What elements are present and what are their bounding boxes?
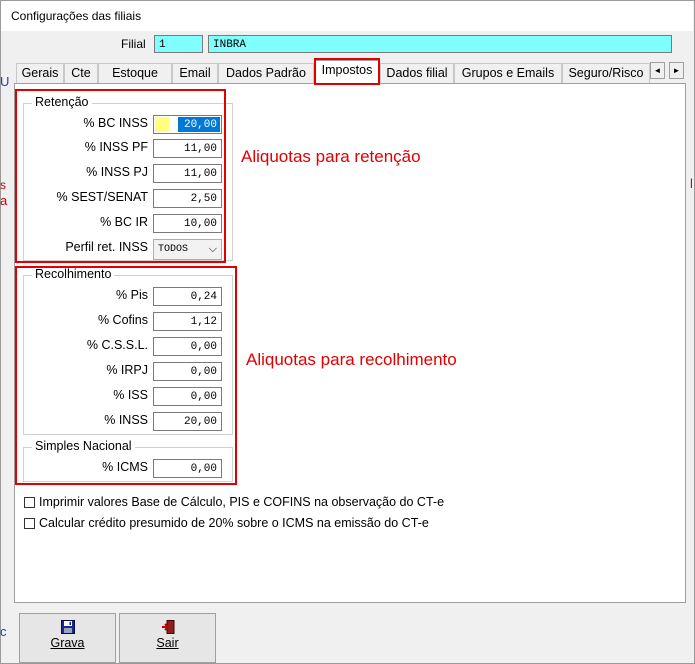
filial-name-field[interactable]: INBRA <box>208 35 672 53</box>
background-fragment: U <box>0 74 10 89</box>
tab-dados-padrao[interactable]: Dados Padrão <box>218 63 314 83</box>
background-fragment: l <box>690 176 693 191</box>
floppy-disk-icon <box>60 620 75 634</box>
tab-grupos-emails[interactable]: Grupos e Emails <box>454 63 562 83</box>
highlight-impostos-tab <box>314 58 380 85</box>
credito-presumido-checkbox[interactable] <box>24 518 35 529</box>
tab-cte[interactable]: Cte <box>64 63 98 83</box>
sair-button[interactable]: Sair <box>119 613 216 663</box>
annotation-recolhimento: Aliquotas para recolhimento <box>246 350 457 369</box>
credito-presumido-label: Calcular crédito presumido de 20% sobre … <box>39 516 429 530</box>
sair-button-label: Sair <box>156 636 179 650</box>
background-fragment: c <box>0 624 7 639</box>
tab-scroll-right-icon[interactable]: ► <box>669 62 684 79</box>
annotation-retencao: Aliquotas para retenção <box>241 147 421 166</box>
highlight-recolhimento <box>15 266 237 485</box>
window-title: Configurações das filiais <box>11 9 142 23</box>
tab-seguro-risco[interactable]: Seguro/Risco <box>562 63 650 83</box>
exit-door-icon <box>161 620 174 634</box>
filial-label: Filial <box>121 37 146 51</box>
background-fragment: s <box>0 178 6 192</box>
tab-email[interactable]: Email <box>172 63 218 83</box>
highlight-retencao <box>15 89 226 263</box>
background-fragment: a <box>0 193 8 208</box>
grava-button[interactable]: Grava <box>19 613 116 663</box>
imprimir-valores-label: Imprimir valores Base de Cálculo, PIS e … <box>39 495 445 509</box>
grava-button-label: Grava <box>50 636 85 650</box>
tab-estoque[interactable]: Estoque <box>98 63 172 83</box>
tab-dados-filial[interactable]: Dados filial <box>380 63 454 83</box>
filial-code-field[interactable]: 1 <box>154 35 203 53</box>
tab-gerais[interactable]: Gerais <box>16 63 64 83</box>
title-bar: Configurações das filiais <box>1 1 693 31</box>
imprimir-valores-checkbox[interactable] <box>24 497 35 508</box>
tab-scroll-left-icon[interactable]: ◄ <box>650 62 665 79</box>
